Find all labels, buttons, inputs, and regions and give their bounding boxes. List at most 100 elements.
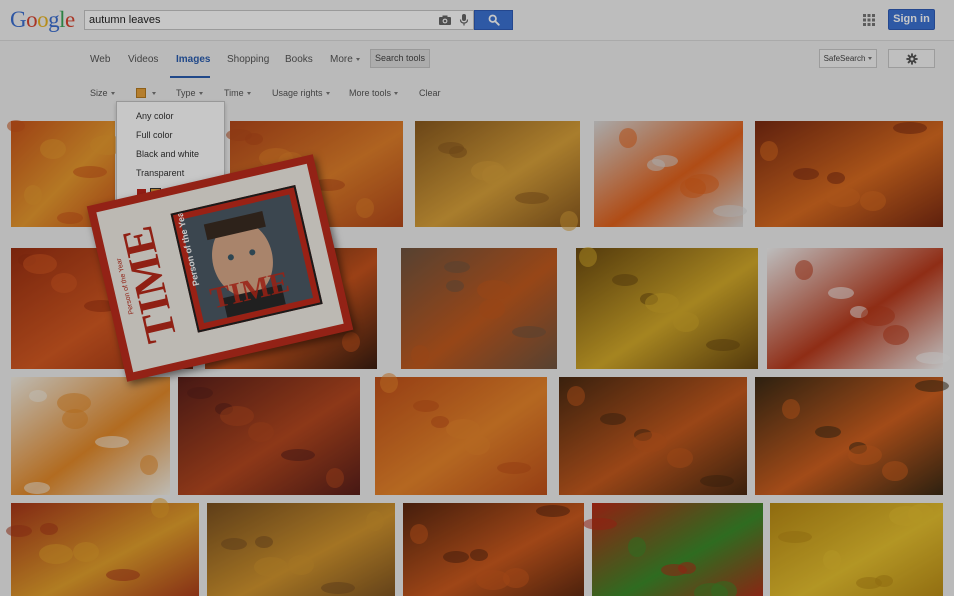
leaf-texture	[823, 550, 841, 570]
image-result[interactable]	[576, 247, 758, 369]
color-filter-swatch[interactable]	[136, 88, 146, 98]
leaf-texture	[661, 564, 687, 576]
image-thumbnail[interactable]	[11, 503, 199, 596]
leaf-texture	[827, 172, 845, 184]
camera-icon[interactable]	[438, 13, 452, 27]
leaf-texture	[685, 174, 719, 194]
chevron-down-icon	[355, 57, 360, 61]
tool-type[interactable]: Type	[176, 88, 203, 98]
tab-videos[interactable]: Videos	[128, 54, 158, 65]
image-result[interactable]	[415, 121, 580, 231]
search-box	[84, 10, 474, 30]
leaf-texture	[793, 168, 819, 180]
image-result[interactable]	[178, 377, 360, 495]
leaf-texture	[255, 536, 273, 548]
google-logo[interactable]: Google	[10, 7, 75, 33]
leaf-texture	[40, 523, 58, 535]
image-result[interactable]	[559, 377, 747, 495]
image-result[interactable]	[770, 503, 943, 596]
leaf-texture	[713, 205, 747, 217]
image-result[interactable]	[755, 121, 943, 227]
image-result[interactable]	[594, 121, 747, 227]
leaf-texture	[281, 449, 315, 461]
image-result[interactable]	[375, 373, 547, 495]
tab-web[interactable]: Web	[90, 54, 110, 65]
leaf-texture	[861, 306, 895, 326]
color-option-transparent[interactable]: Transparent	[136, 168, 184, 178]
logo-letter: G	[10, 7, 27, 32]
leaf-texture	[187, 387, 213, 399]
tool-clear[interactable]: Clear	[419, 88, 441, 98]
tool-more-tools-label: More tools	[349, 88, 392, 98]
image-thumbnail[interactable]	[755, 377, 943, 495]
tool-size[interactable]: Size	[90, 88, 115, 98]
leaf-texture	[24, 185, 42, 205]
chevron-down-icon	[868, 57, 873, 61]
leaf-texture	[151, 498, 169, 518]
chevron-down-icon	[246, 92, 251, 96]
sign-in-button[interactable]: Sign in	[888, 9, 935, 30]
safesearch-label: SafeSearch	[823, 54, 866, 63]
leaf-texture	[600, 413, 626, 425]
leaf-texture	[443, 551, 469, 563]
leaf-texture	[24, 482, 50, 494]
search-icon	[488, 14, 500, 26]
leaf-texture	[633, 432, 667, 452]
tool-usage-rights[interactable]: Usage rights	[272, 88, 330, 98]
image-result[interactable]	[11, 377, 170, 495]
leaf-texture	[39, 544, 73, 564]
leaf-texture	[23, 254, 57, 274]
leaf-texture	[652, 155, 678, 167]
tab-books[interactable]: Books	[285, 54, 313, 65]
apps-grid-icon[interactable]	[862, 13, 876, 27]
tab-more[interactable]: More	[330, 54, 360, 65]
leaf-texture	[57, 212, 83, 224]
search-tools-button[interactable]: Search tools	[370, 49, 430, 68]
image-result[interactable]	[403, 503, 584, 596]
leaf-texture	[667, 448, 693, 468]
search-input[interactable]	[89, 12, 429, 28]
image-result[interactable]	[583, 503, 763, 596]
search-button[interactable]	[474, 10, 513, 30]
safesearch-button[interactable]: SafeSearch	[819, 49, 877, 68]
image-result[interactable]	[755, 377, 949, 495]
image-result[interactable]	[6, 498, 199, 596]
leaf-texture	[512, 326, 546, 338]
chevron-down-icon[interactable]	[152, 92, 156, 95]
leaf-texture	[828, 287, 854, 299]
leaf-texture	[446, 280, 464, 292]
logo-letter: g	[48, 7, 60, 32]
leaf-texture	[220, 406, 254, 426]
tool-more-tools[interactable]: More tools	[349, 88, 399, 98]
leaf-texture	[248, 422, 274, 442]
color-option-bw[interactable]: Black and white	[136, 149, 199, 159]
leaf-texture	[7, 120, 25, 132]
leaf-texture	[254, 557, 288, 577]
leaf-texture	[95, 436, 129, 448]
leaf-texture	[536, 505, 570, 517]
leaf-texture	[51, 273, 77, 293]
image-result[interactable]	[767, 248, 950, 369]
settings-button[interactable]	[888, 49, 935, 68]
image-result[interactable]	[207, 503, 395, 596]
leaf-texture	[583, 518, 617, 530]
cover-photo-frame: TIME Person of the Year	[170, 184, 323, 333]
image-thumbnail[interactable]	[755, 121, 943, 227]
leaf-texture	[706, 339, 740, 351]
tab-more-label: More	[330, 54, 353, 65]
leaf-texture	[106, 569, 140, 581]
leaf-texture	[73, 542, 99, 562]
leaf-texture	[73, 166, 107, 178]
image-thumbnail[interactable]	[592, 503, 763, 596]
color-option-full[interactable]: Full color	[136, 130, 173, 140]
tool-time[interactable]: Time	[224, 88, 251, 98]
chevron-down-icon	[325, 92, 330, 96]
tab-shopping[interactable]: Shopping	[227, 54, 269, 65]
tab-images[interactable]: Images	[176, 54, 210, 65]
color-option-any[interactable]: Any color	[136, 111, 174, 121]
top-bar: Google Sign in	[0, 0, 954, 41]
chevron-down-icon	[394, 92, 399, 96]
microphone-icon[interactable]	[457, 13, 471, 27]
image-result[interactable]	[401, 248, 557, 369]
leaf-texture	[795, 260, 813, 280]
